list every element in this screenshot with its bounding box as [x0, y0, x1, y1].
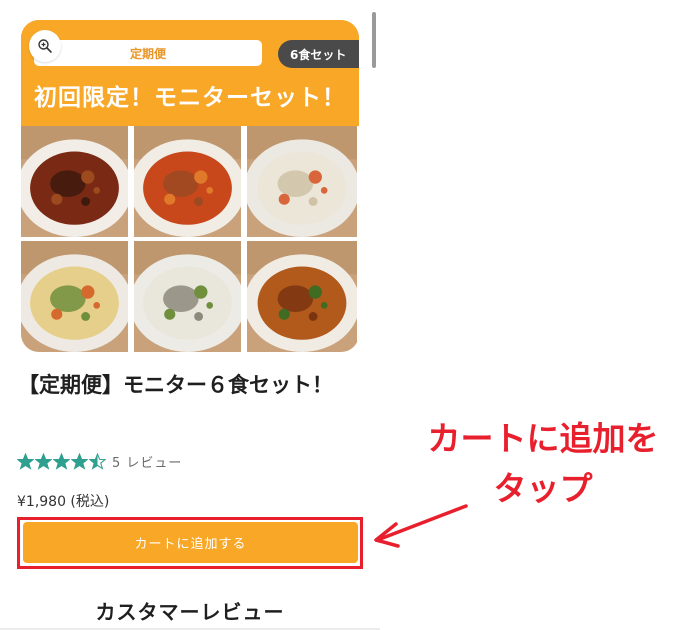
rating-row[interactable]: 5 レビュー	[17, 452, 182, 471]
beef-stew-photo	[21, 126, 128, 237]
annotation-arrow-icon	[374, 504, 468, 548]
product-image-card: 定期便 6食セット 初回限定！モニターセット！	[21, 20, 359, 352]
star-icon	[35, 453, 52, 470]
annotation-line-1: カートに追加を	[427, 419, 659, 458]
product-title: 【定期便】モニター６食セット！	[18, 373, 333, 397]
scrollbar[interactable]	[372, 12, 376, 68]
oyster-chowder-photo	[134, 241, 241, 352]
star-icon	[53, 453, 70, 470]
zoom-in-icon	[38, 39, 52, 53]
mobile-product-page: 定期便 6食セット 初回限定！モニターセット！ 【定期便】モニター６食セット！ …	[0, 0, 700, 630]
star-icon	[89, 453, 106, 470]
zoom-button[interactable]	[29, 30, 61, 62]
keema-curry-photo	[247, 241, 357, 352]
star-icon	[71, 453, 88, 470]
customer-reviews-heading: カスタマーレビュー	[95, 600, 285, 624]
star-icon	[17, 453, 34, 470]
plan-label: 定期便	[34, 40, 262, 66]
hamburg-steak-photo	[134, 126, 241, 237]
food-photo-grid[interactable]	[21, 126, 359, 352]
price: ¥1,980 (税込)	[17, 494, 110, 510]
add-to-cart-button[interactable]: カートに追加する	[23, 522, 358, 563]
star-rating	[17, 453, 106, 470]
review-count[interactable]: 5 レビュー	[112, 452, 182, 471]
cream-stew-photo	[247, 126, 357, 237]
gratin-photo	[21, 241, 128, 352]
promo-banner: 定期便 6食セット 初回限定！モニターセット！	[21, 20, 359, 126]
annotation-text: カートに追加を タップ	[398, 414, 688, 514]
banner-title: 初回限定！モニターセット！	[34, 85, 346, 111]
count-badge: 6食セット	[278, 40, 359, 68]
